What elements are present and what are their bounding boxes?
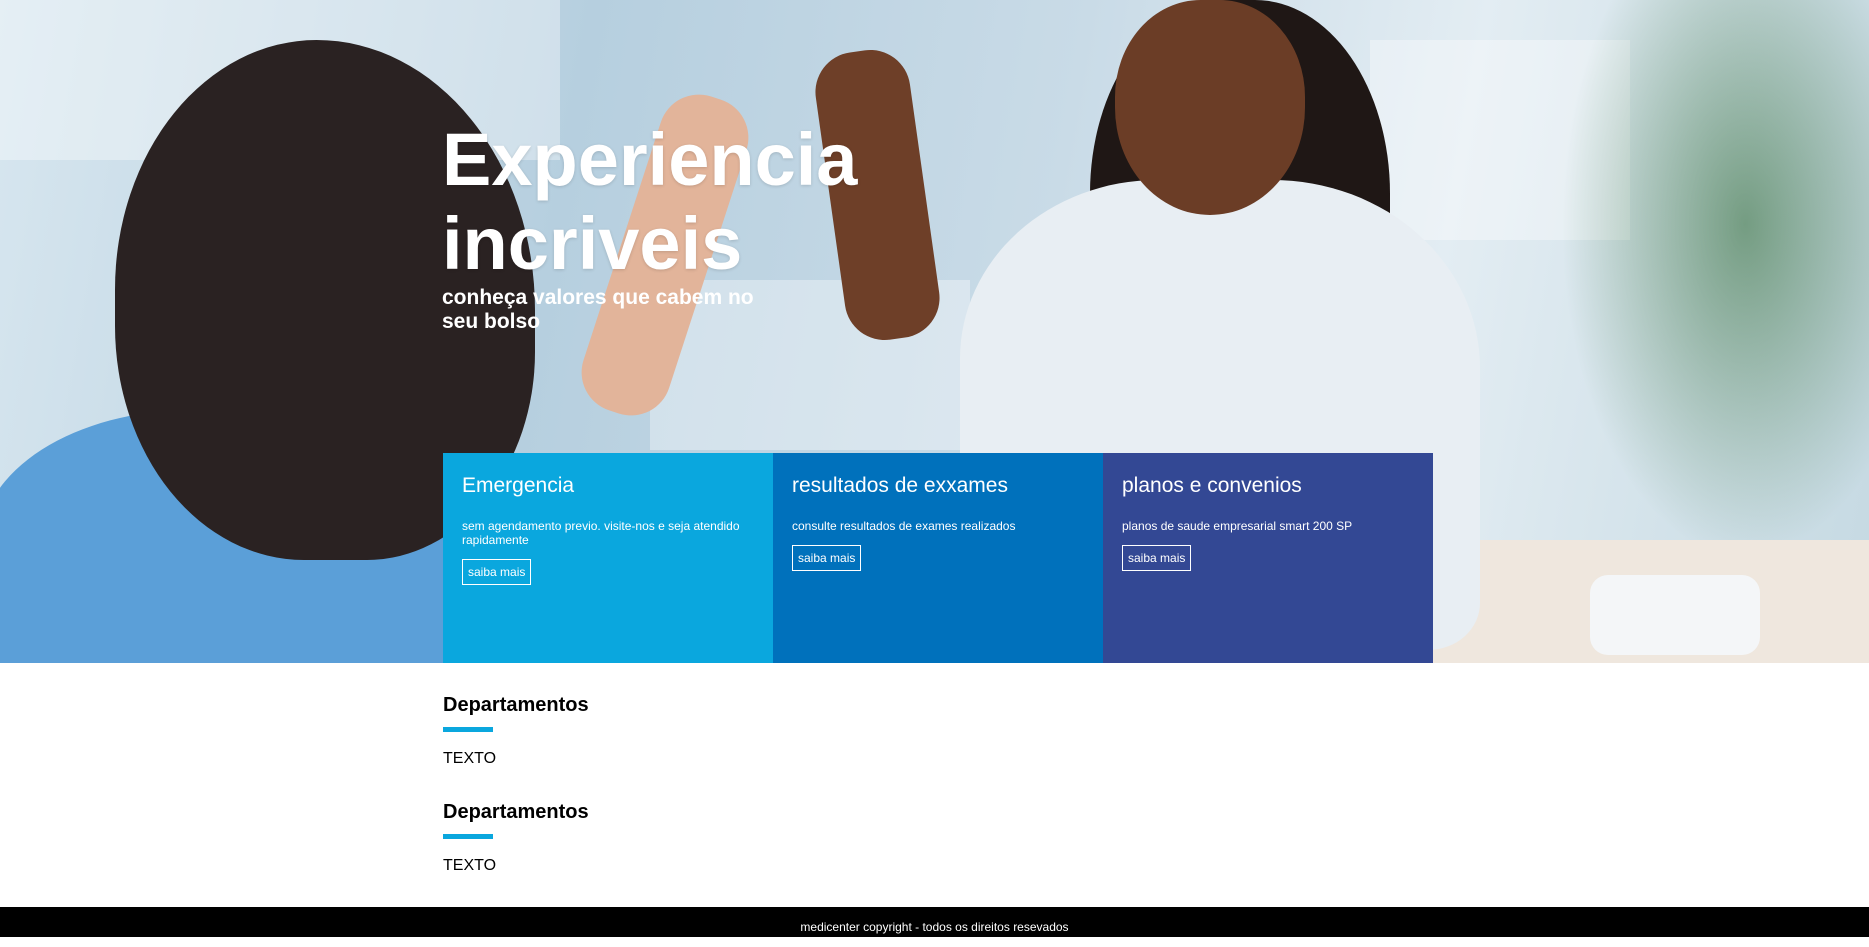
- section-underline: [443, 834, 493, 839]
- device-image: [1590, 575, 1760, 655]
- departamentos-section: Departamentos TEXTO: [443, 800, 843, 876]
- footer: medicenter copyright - todos os direitos…: [0, 907, 1869, 937]
- card-text: consulte resultados de exames realizados: [792, 519, 1016, 533]
- card-resultados: resultados de exxames consulte resultado…: [773, 453, 1103, 663]
- section-title: Departamentos: [443, 801, 589, 823]
- section-text: TEXTO: [443, 750, 497, 767]
- card-text: sem agendamento previo. visite-nos e sej…: [462, 519, 740, 547]
- section-text: TEXTO: [443, 857, 497, 874]
- saiba-mais-button[interactable]: saiba mais: [792, 545, 862, 571]
- saiba-mais-button[interactable]: saiba mais: [1122, 545, 1192, 571]
- hero-title: Experiencia incriveis: [442, 118, 858, 285]
- card-title: resultados de exxames: [792, 474, 1008, 497]
- footer-copyright: medicenter copyright - todos os direitos…: [800, 920, 1069, 934]
- saiba-mais-button[interactable]: saiba mais: [462, 559, 532, 585]
- plant-image: [1560, 0, 1869, 560]
- hero-subtitle: conheça valores que cabem no seu bolso: [442, 286, 754, 333]
- section-underline: [443, 727, 493, 732]
- section-title: Departamentos: [443, 694, 589, 716]
- card-text: planos de saude empresarial smart 200 SP: [1122, 519, 1353, 533]
- card-emergencia: Emergencia sem agendamento previo. visit…: [443, 453, 773, 663]
- card-planos: planos e convenios planos de saude empre…: [1103, 453, 1433, 663]
- card-title: planos e convenios: [1122, 474, 1302, 497]
- card-title: Emergencia: [462, 474, 575, 497]
- hero-text: Experiencia incriveis conheça valores qu…: [442, 118, 862, 334]
- doctor-face-image: [1115, 0, 1305, 215]
- service-cards: Emergencia sem agendamento previo. visit…: [443, 453, 1433, 663]
- departamentos-section: Departamentos TEXTO: [443, 693, 843, 769]
